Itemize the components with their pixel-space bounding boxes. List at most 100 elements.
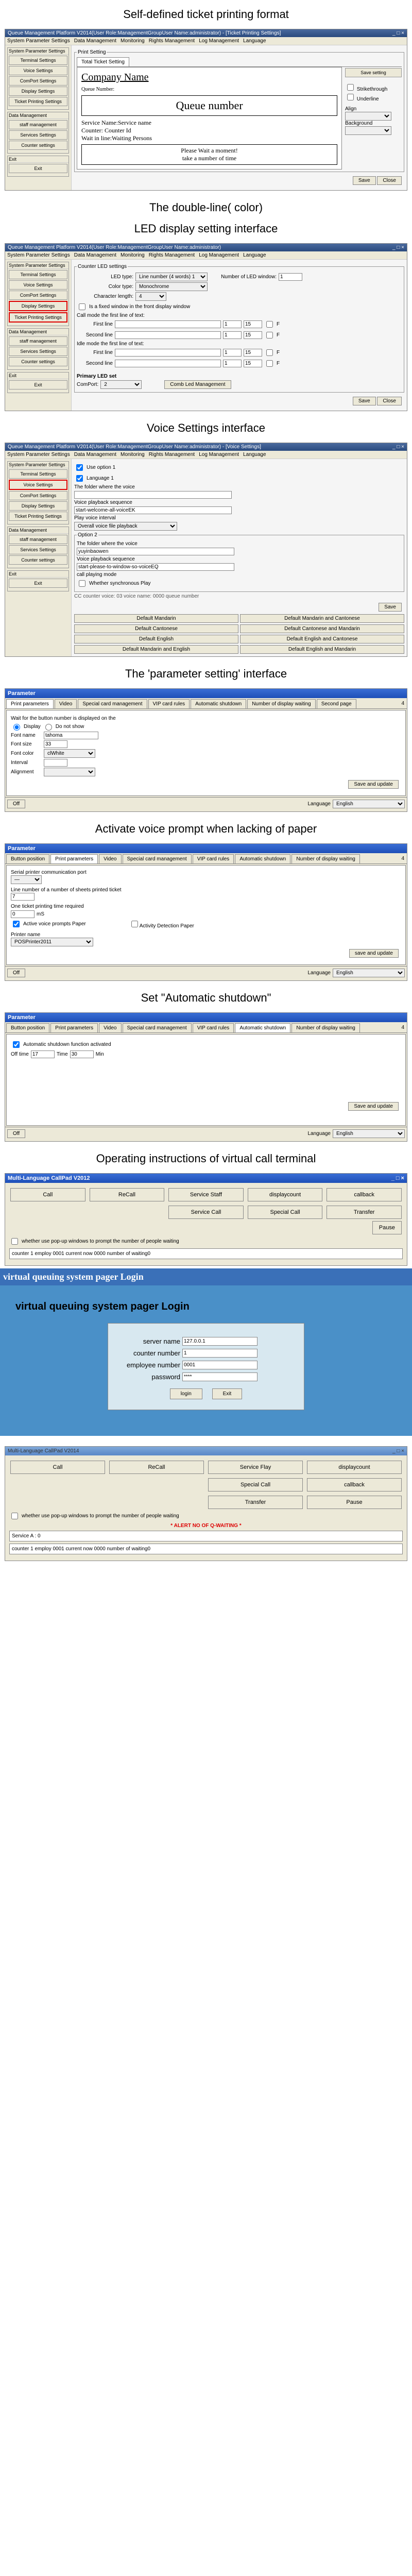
nwin-input[interactable] <box>279 273 302 281</box>
onetime-input[interactable] <box>11 910 35 918</box>
def-cantonese[interactable]: Default Cantonese <box>74 624 238 633</box>
tab-auto[interactable]: Automatic shutdown <box>235 854 290 863</box>
recall-button[interactable]: ReCall <box>90 1188 165 1201</box>
pause-button[interactable]: Pause <box>307 1496 402 1509</box>
counter-input[interactable] <box>182 1349 258 1358</box>
avp-chk[interactable] <box>13 921 20 927</box>
lang-select[interactable]: English <box>333 800 405 808</box>
service-staff-button[interactable]: Service Staff <box>168 1188 244 1201</box>
pause-button[interactable]: Pause <box>372 1221 402 1234</box>
save-button[interactable]: Save <box>379 603 402 612</box>
tab-print[interactable]: Print parameters <box>50 854 98 863</box>
folder1-input[interactable] <box>74 491 232 499</box>
call-first-input[interactable] <box>115 320 221 328</box>
save-setting[interactable]: Save setting <box>345 68 402 77</box>
sidebar-staff[interactable]: staff management <box>9 336 67 346</box>
save-button[interactable]: Save <box>353 397 376 405</box>
printer-select[interactable]: POSPrinter2011 <box>11 938 93 946</box>
transfer-button[interactable]: Transfer <box>327 1206 402 1219</box>
call-second-input[interactable] <box>115 331 221 339</box>
special-call-button[interactable]: Special Call <box>208 1478 303 1492</box>
tab-button-pos[interactable]: Button position <box>6 854 49 863</box>
displaycount-button[interactable]: displaycount <box>307 1461 402 1474</box>
save-update-button[interactable]: save and update <box>349 949 399 958</box>
tab-special[interactable]: Special card management <box>123 1023 192 1032</box>
sidebar-exit[interactable]: Exit <box>9 380 67 389</box>
auto-shutdown-chk[interactable] <box>13 1041 20 1048</box>
sidebar-voice[interactable]: Voice Settings <box>9 280 67 290</box>
serial-port-select[interactable]: — <box>11 875 42 884</box>
displaycount-button[interactable]: displaycount <box>248 1188 323 1201</box>
display-radio[interactable] <box>13 724 20 731</box>
comport-select[interactable]: 2 <box>100 380 142 389</box>
def-eng-cant[interactable]: Default English and Cantonese <box>240 635 404 643</box>
min-input[interactable] <box>70 1050 94 1058</box>
tab-video[interactable]: Video <box>55 699 77 708</box>
server-input[interactable] <box>182 1337 258 1346</box>
hour-input[interactable] <box>31 1050 55 1058</box>
led-type-select[interactable]: Line number (4 words) 1 <box>135 273 208 281</box>
bg-select[interactable] <box>345 126 391 135</box>
seq1-input[interactable] <box>74 506 232 514</box>
tab-special[interactable]: Special card management <box>123 854 192 863</box>
fontcolor-select[interactable]: clWhite <box>44 749 95 758</box>
lang-select[interactable]: English <box>333 969 405 977</box>
sidebar-services[interactable]: Services Settings <box>9 545 67 554</box>
recall-button[interactable]: ReCall <box>109 1461 204 1474</box>
save-update-button[interactable]: Save and update <box>348 1102 399 1111</box>
save-update-button[interactable]: Save and update <box>348 780 399 789</box>
char-len-select[interactable]: 4 <box>135 292 166 301</box>
tab-print[interactable]: Print parameters <box>6 699 54 708</box>
special-call-button[interactable]: Special Call <box>248 1206 323 1219</box>
tab-special[interactable]: Special card management <box>78 699 147 708</box>
tab-print[interactable]: Print parameters <box>50 1023 98 1032</box>
transfer-button[interactable]: Transfer <box>208 1496 303 1509</box>
align-select[interactable] <box>44 768 95 776</box>
folder2-input[interactable] <box>77 548 234 555</box>
tab-vip[interactable]: VIP card rules <box>193 1023 234 1032</box>
sidebar-voice[interactable]: Voice Settings <box>9 480 67 490</box>
popup-chk[interactable] <box>11 1513 18 1519</box>
tab-numdisp[interactable]: Number of display waiting <box>291 854 360 863</box>
play-interval-select[interactable]: Overall voice file playback <box>74 522 177 531</box>
sidebar-staff[interactable]: staff management <box>9 535 67 544</box>
sidebar-display[interactable]: Display Settings <box>9 301 67 311</box>
close-button[interactable]: Close <box>377 397 402 405</box>
align-select[interactable] <box>345 112 391 121</box>
lang-select[interactable]: English <box>333 1129 405 1138</box>
def-cant-mand[interactable]: Default Cantonese and Mandarin <box>240 624 404 633</box>
tab-vip[interactable]: VIP card rules <box>148 699 190 708</box>
sidebar-ticket[interactable]: Ticket Printing Settings <box>9 312 67 323</box>
tab-video[interactable]: Video <box>99 1023 121 1032</box>
sidebar-counter[interactable]: Counter settings <box>9 357 67 366</box>
call-button[interactable]: Call <box>10 1188 85 1201</box>
sidebar-exit[interactable]: Exit <box>9 579 67 588</box>
sidebar-staff[interactable]: staff management <box>9 120 67 129</box>
notshow-radio[interactable] <box>45 724 52 731</box>
sidebar-comport[interactable]: ComPort Settings <box>9 491 67 500</box>
password-input[interactable] <box>182 1372 258 1381</box>
lang1-chk[interactable] <box>76 475 83 482</box>
sidebar-exit[interactable]: Exit <box>9 164 67 173</box>
underline-chk[interactable]: Underline <box>345 96 379 102</box>
sidebar-voice[interactable]: Voice Settings <box>9 66 67 75</box>
seq2-input[interactable] <box>77 563 234 571</box>
popup-chk[interactable] <box>11 1238 18 1245</box>
callback-button[interactable]: callback <box>327 1188 402 1201</box>
menubar[interactable]: System Parameter SettingsData Management… <box>5 37 407 45</box>
sidebar-counter[interactable]: Counter settings <box>9 141 67 150</box>
interval-input[interactable] <box>44 759 67 767</box>
idle-second-input[interactable] <box>115 360 221 367</box>
fontname-input[interactable] <box>44 732 98 739</box>
exit-button[interactable]: Exit <box>212 1388 243 1399</box>
tab-video[interactable]: Video <box>99 854 121 863</box>
fontsize-input[interactable] <box>44 740 67 748</box>
sidebar-services[interactable]: Services Settings <box>9 130 67 140</box>
def-mand-cant[interactable]: Default Mandarin and Cantonese <box>240 614 404 623</box>
tab-second[interactable]: Second page <box>317 699 356 708</box>
fixed-window-chk[interactable] <box>79 303 85 310</box>
sidebar-services[interactable]: Services Settings <box>9 347 67 356</box>
service-call-button[interactable]: Service Call <box>168 1206 244 1219</box>
call-button[interactable]: Call <box>10 1461 105 1474</box>
off-button[interactable]: Off <box>7 800 25 808</box>
